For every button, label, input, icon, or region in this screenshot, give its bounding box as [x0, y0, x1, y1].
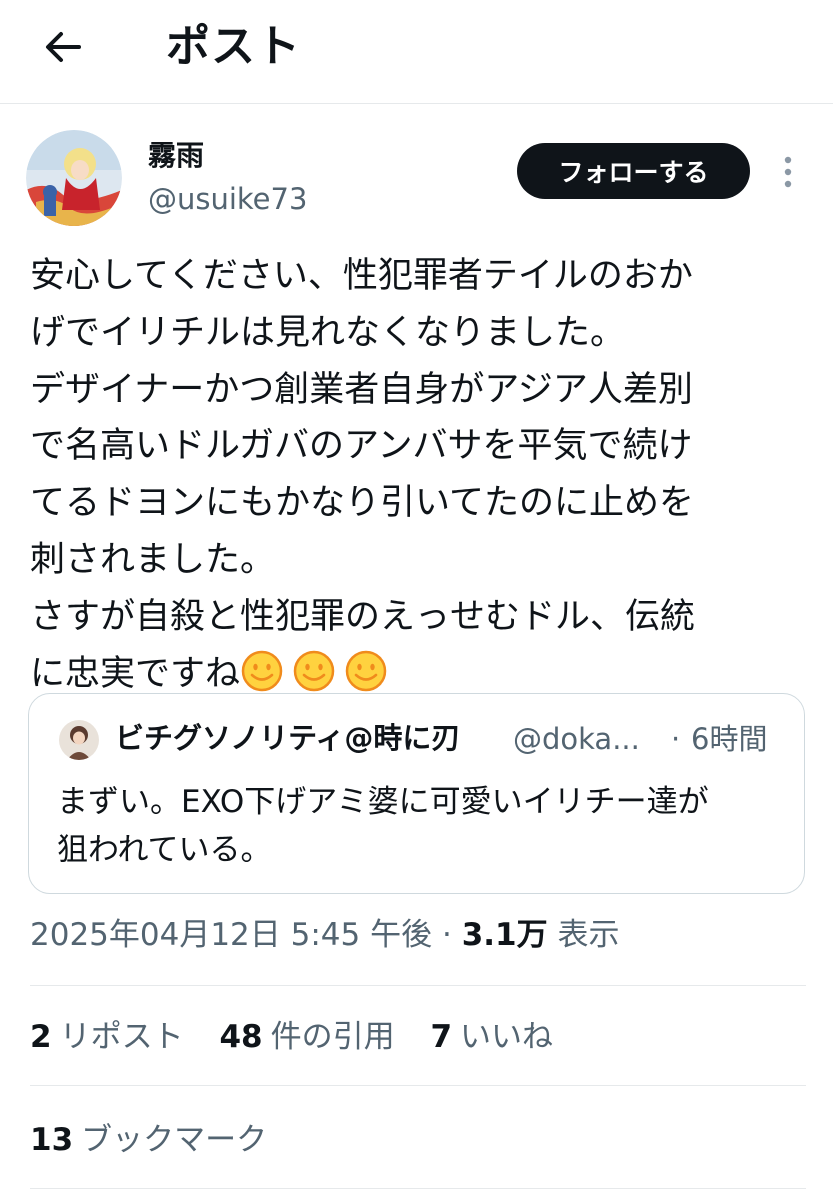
meta-separator: · — [441, 917, 452, 953]
views-label: 表示 — [557, 917, 620, 953]
arrow-left-icon — [46, 32, 81, 62]
avatar[interactable] — [26, 130, 122, 226]
divider — [30, 985, 806, 986]
quoted-tweet-text: まずい。EXO下げアミ婆に可愛いイリチー達が 狙われている。 — [57, 778, 797, 874]
bookmarks-stat[interactable]: 13 ブックマーク — [30, 1117, 267, 1163]
quoted-line: まずい。EXO下げアミ婆に可愛いイリチー達が — [57, 784, 709, 820]
more-vertical-icon — [784, 156, 792, 188]
divider — [30, 1085, 806, 1086]
tweet-line: に忠実ですね — [30, 653, 241, 694]
smiling-face-emoji-icon — [241, 650, 283, 691]
author-handle[interactable]: @usuike73 — [148, 180, 307, 218]
quoted-avatar — [59, 720, 99, 760]
tweet-line: てるドヨンにもかなり引いてたのに止めを — [30, 483, 694, 524]
bookmarks-label: ブックマーク — [81, 1122, 268, 1158]
smiling-face-emoji-icon — [345, 650, 387, 691]
header: ポスト — [0, 0, 833, 104]
quoted-timestamp: 6時間 — [691, 722, 768, 756]
quotes-count: 48 — [219, 1019, 263, 1055]
quotes-stat[interactable]: 48 件の引用 — [219, 1014, 394, 1060]
reposts-stat[interactable]: 2 リポスト — [30, 1014, 184, 1060]
tweet-line: デザイナーかつ創業者自身がアジア人差別 — [30, 369, 693, 410]
more-options-button[interactable] — [772, 150, 804, 194]
tweet-line: げでイリチルは見れなくなりました。 — [30, 312, 626, 353]
likes-count: 7 — [430, 1019, 453, 1055]
views-count: 3.1万 — [461, 917, 548, 953]
quoted-author-name: ビチグソノリティ@時に刃 — [115, 721, 461, 755]
quoted-tweet-card[interactable]: ビチグソノリティ@時に刃 @doka... · 6時間 まずい。EXO下げアミ婆… — [28, 693, 805, 894]
reposts-count: 2 — [30, 1019, 52, 1055]
divider — [30, 1188, 806, 1189]
engagement-stats: 2 リポスト 48 件の引用 7 いいね — [30, 1014, 579, 1060]
likes-stat[interactable]: 7 いいね — [430, 1014, 553, 1060]
page-title: ポスト — [166, 21, 301, 72]
quotes-label: 件の引用 — [270, 1019, 395, 1055]
tweet-text: 安心してください、性犯罪者テイルのおか げでイリチルは見れなくなりました。 デザ… — [30, 248, 810, 702]
avatar-image — [26, 130, 122, 226]
likes-label: いいね — [460, 1019, 554, 1055]
tweet-line: で名高いドルガバのアンバサを平気で続け — [30, 426, 693, 467]
quoted-avatar-image — [59, 720, 99, 760]
tweet-line: 刺されました。 — [30, 539, 276, 580]
bookmarks-count: 13 — [30, 1122, 74, 1158]
tweet-meta: 2025年04月12日 5:45 午後 · 3.1万 表示 — [30, 912, 619, 958]
follow-button[interactable]: フォローする — [517, 143, 750, 199]
tweet-line: さすが自殺と性犯罪のえっせむドル、伝統 — [30, 596, 696, 637]
tweet-datetime[interactable]: 2025年04月12日 5:45 午後 — [30, 917, 432, 953]
smiling-face-emoji-icon — [293, 650, 335, 691]
quoted-author-handle: @doka... — [513, 722, 640, 756]
tweet-line: 安心してください、性犯罪者テイルのおか — [30, 256, 693, 296]
quoted-separator: · — [671, 722, 681, 756]
back-button[interactable] — [38, 24, 88, 70]
author-name[interactable]: 霧雨 — [148, 136, 204, 176]
reposts-label: リポスト — [59, 1019, 184, 1055]
quoted-line: 狙われている。 — [57, 832, 272, 868]
